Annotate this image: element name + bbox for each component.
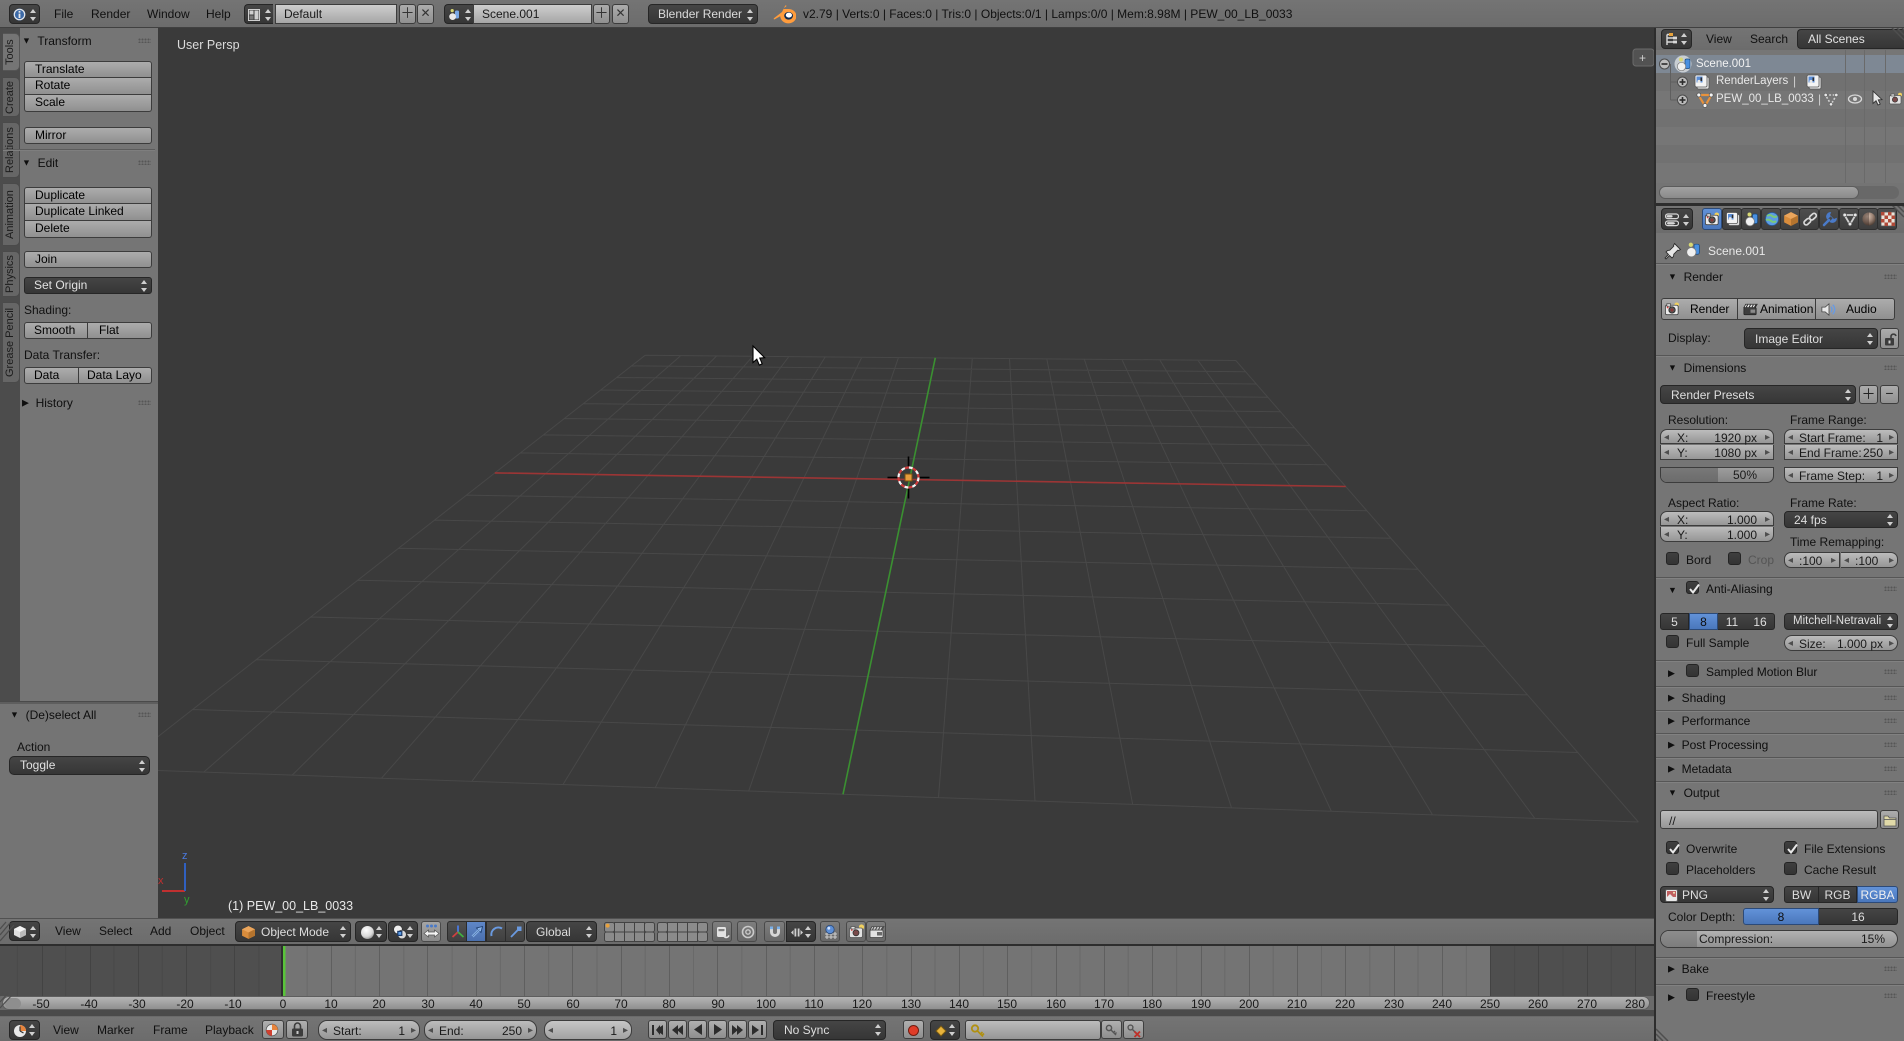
svg-text:(1) PEW_00_LB_0033: (1) PEW_00_LB_0033 [228,899,353,913]
svg-text:0: 0 [280,997,287,1010]
svg-text:10: 10 [324,997,338,1010]
svg-text:180: 180 [1142,997,1162,1010]
svg-text:270: 270 [1577,997,1597,1010]
svg-text:250: 250 [1480,997,1500,1010]
svg-text:160: 160 [1046,997,1066,1010]
svg-text:100: 100 [756,997,776,1010]
svg-text:-10: -10 [224,997,242,1010]
svg-text:150: 150 [997,997,1017,1010]
svg-text:y: y [184,894,190,906]
svg-text:User Persp: User Persp [177,38,240,52]
svg-text:z: z [182,850,188,862]
svg-text:240: 240 [1432,997,1452,1010]
svg-text:x: x [158,875,164,887]
svg-text:40: 40 [469,997,483,1010]
svg-text:200: 200 [1239,997,1259,1010]
svg-text:+: + [1639,51,1646,65]
svg-text:220: 220 [1335,997,1355,1010]
svg-text:210: 210 [1287,997,1307,1010]
svg-text:50: 50 [517,997,531,1010]
svg-text:80: 80 [662,997,676,1010]
svg-text:230: 230 [1384,997,1404,1010]
svg-text:20: 20 [372,997,386,1010]
svg-text:120: 120 [852,997,872,1010]
svg-text:-40: -40 [80,997,98,1010]
svg-text:260: 260 [1528,997,1548,1010]
svg-text:-20: -20 [176,997,194,1010]
svg-text:90: 90 [711,997,725,1010]
svg-text:170: 170 [1094,997,1114,1010]
svg-text:30: 30 [421,997,435,1010]
svg-text:-30: -30 [128,997,146,1010]
svg-text:110: 110 [804,997,823,1010]
svg-text:70: 70 [614,997,628,1010]
svg-text:140: 140 [949,997,969,1010]
svg-text:280: 280 [1625,997,1645,1010]
svg-text:-50: -50 [32,997,50,1010]
svg-text:190: 190 [1191,997,1211,1010]
svg-text:130: 130 [901,997,921,1010]
svg-text:60: 60 [566,997,580,1010]
